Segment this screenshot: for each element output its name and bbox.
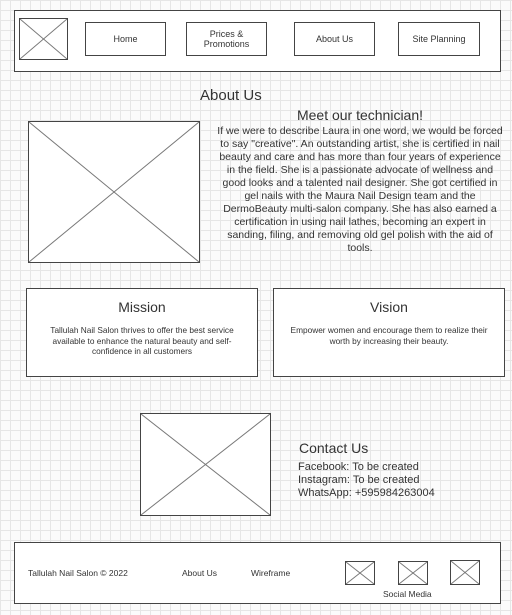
vision-card: Vision Empower women and encourage them … xyxy=(273,288,505,377)
nav-home-label: Home xyxy=(113,34,138,44)
mission-title: Mission xyxy=(118,299,166,315)
contact-whatsapp: WhatsApp: +595984263004 xyxy=(298,487,435,499)
footer-link-wireframe[interactable]: Wireframe xyxy=(251,568,290,578)
nav-about-label: About Us xyxy=(315,34,354,44)
about-body: If we were to describe Laura in one word… xyxy=(217,125,503,254)
footer-copyright: Tallulah Nail Salon © 2022 xyxy=(28,568,128,578)
nav-prices-button[interactable]: Prices & Promotions xyxy=(186,22,267,56)
nav-about-button[interactable]: About Us xyxy=(294,22,375,56)
social-icon-1[interactable] xyxy=(345,561,375,585)
image-placeholder-icon xyxy=(399,562,427,584)
logo-placeholder[interactable] xyxy=(19,18,68,60)
vision-title: Vision xyxy=(370,299,408,315)
about-subtitle: Meet our technician! xyxy=(296,107,424,123)
nav-home-button[interactable]: Home xyxy=(85,22,166,56)
image-placeholder-icon xyxy=(346,562,374,584)
contact-instagram: Instagram: To be created xyxy=(298,474,420,486)
contact-title: Contact Us xyxy=(299,440,369,456)
footer-link-about[interactable]: About Us xyxy=(182,568,217,578)
nav-prices-label: Prices & Promotions xyxy=(203,29,250,49)
technician-photo-placeholder xyxy=(28,121,200,263)
about-title: About Us xyxy=(200,87,262,104)
social-icon-3[interactable] xyxy=(450,560,480,585)
mission-card: Mission Tallulah Nail Salon thrives to o… xyxy=(26,288,258,377)
image-placeholder-icon xyxy=(451,561,479,584)
vision-text: Empower women and encourage them to real… xyxy=(290,325,488,346)
contact-image-placeholder xyxy=(140,413,271,516)
social-media-label: Social Media xyxy=(383,589,432,599)
social-icon-2[interactable] xyxy=(398,561,428,585)
nav-site-planning-label: Site Planning xyxy=(412,34,466,44)
image-placeholder-icon xyxy=(20,19,67,59)
image-placeholder-icon xyxy=(29,122,199,262)
image-placeholder-icon xyxy=(141,414,270,515)
contact-facebook: Facebook: To be created xyxy=(298,461,419,473)
nav-site-planning-button[interactable]: Site Planning xyxy=(398,22,480,56)
mission-text: Tallulah Nail Salon thrives to offer the… xyxy=(50,325,234,356)
